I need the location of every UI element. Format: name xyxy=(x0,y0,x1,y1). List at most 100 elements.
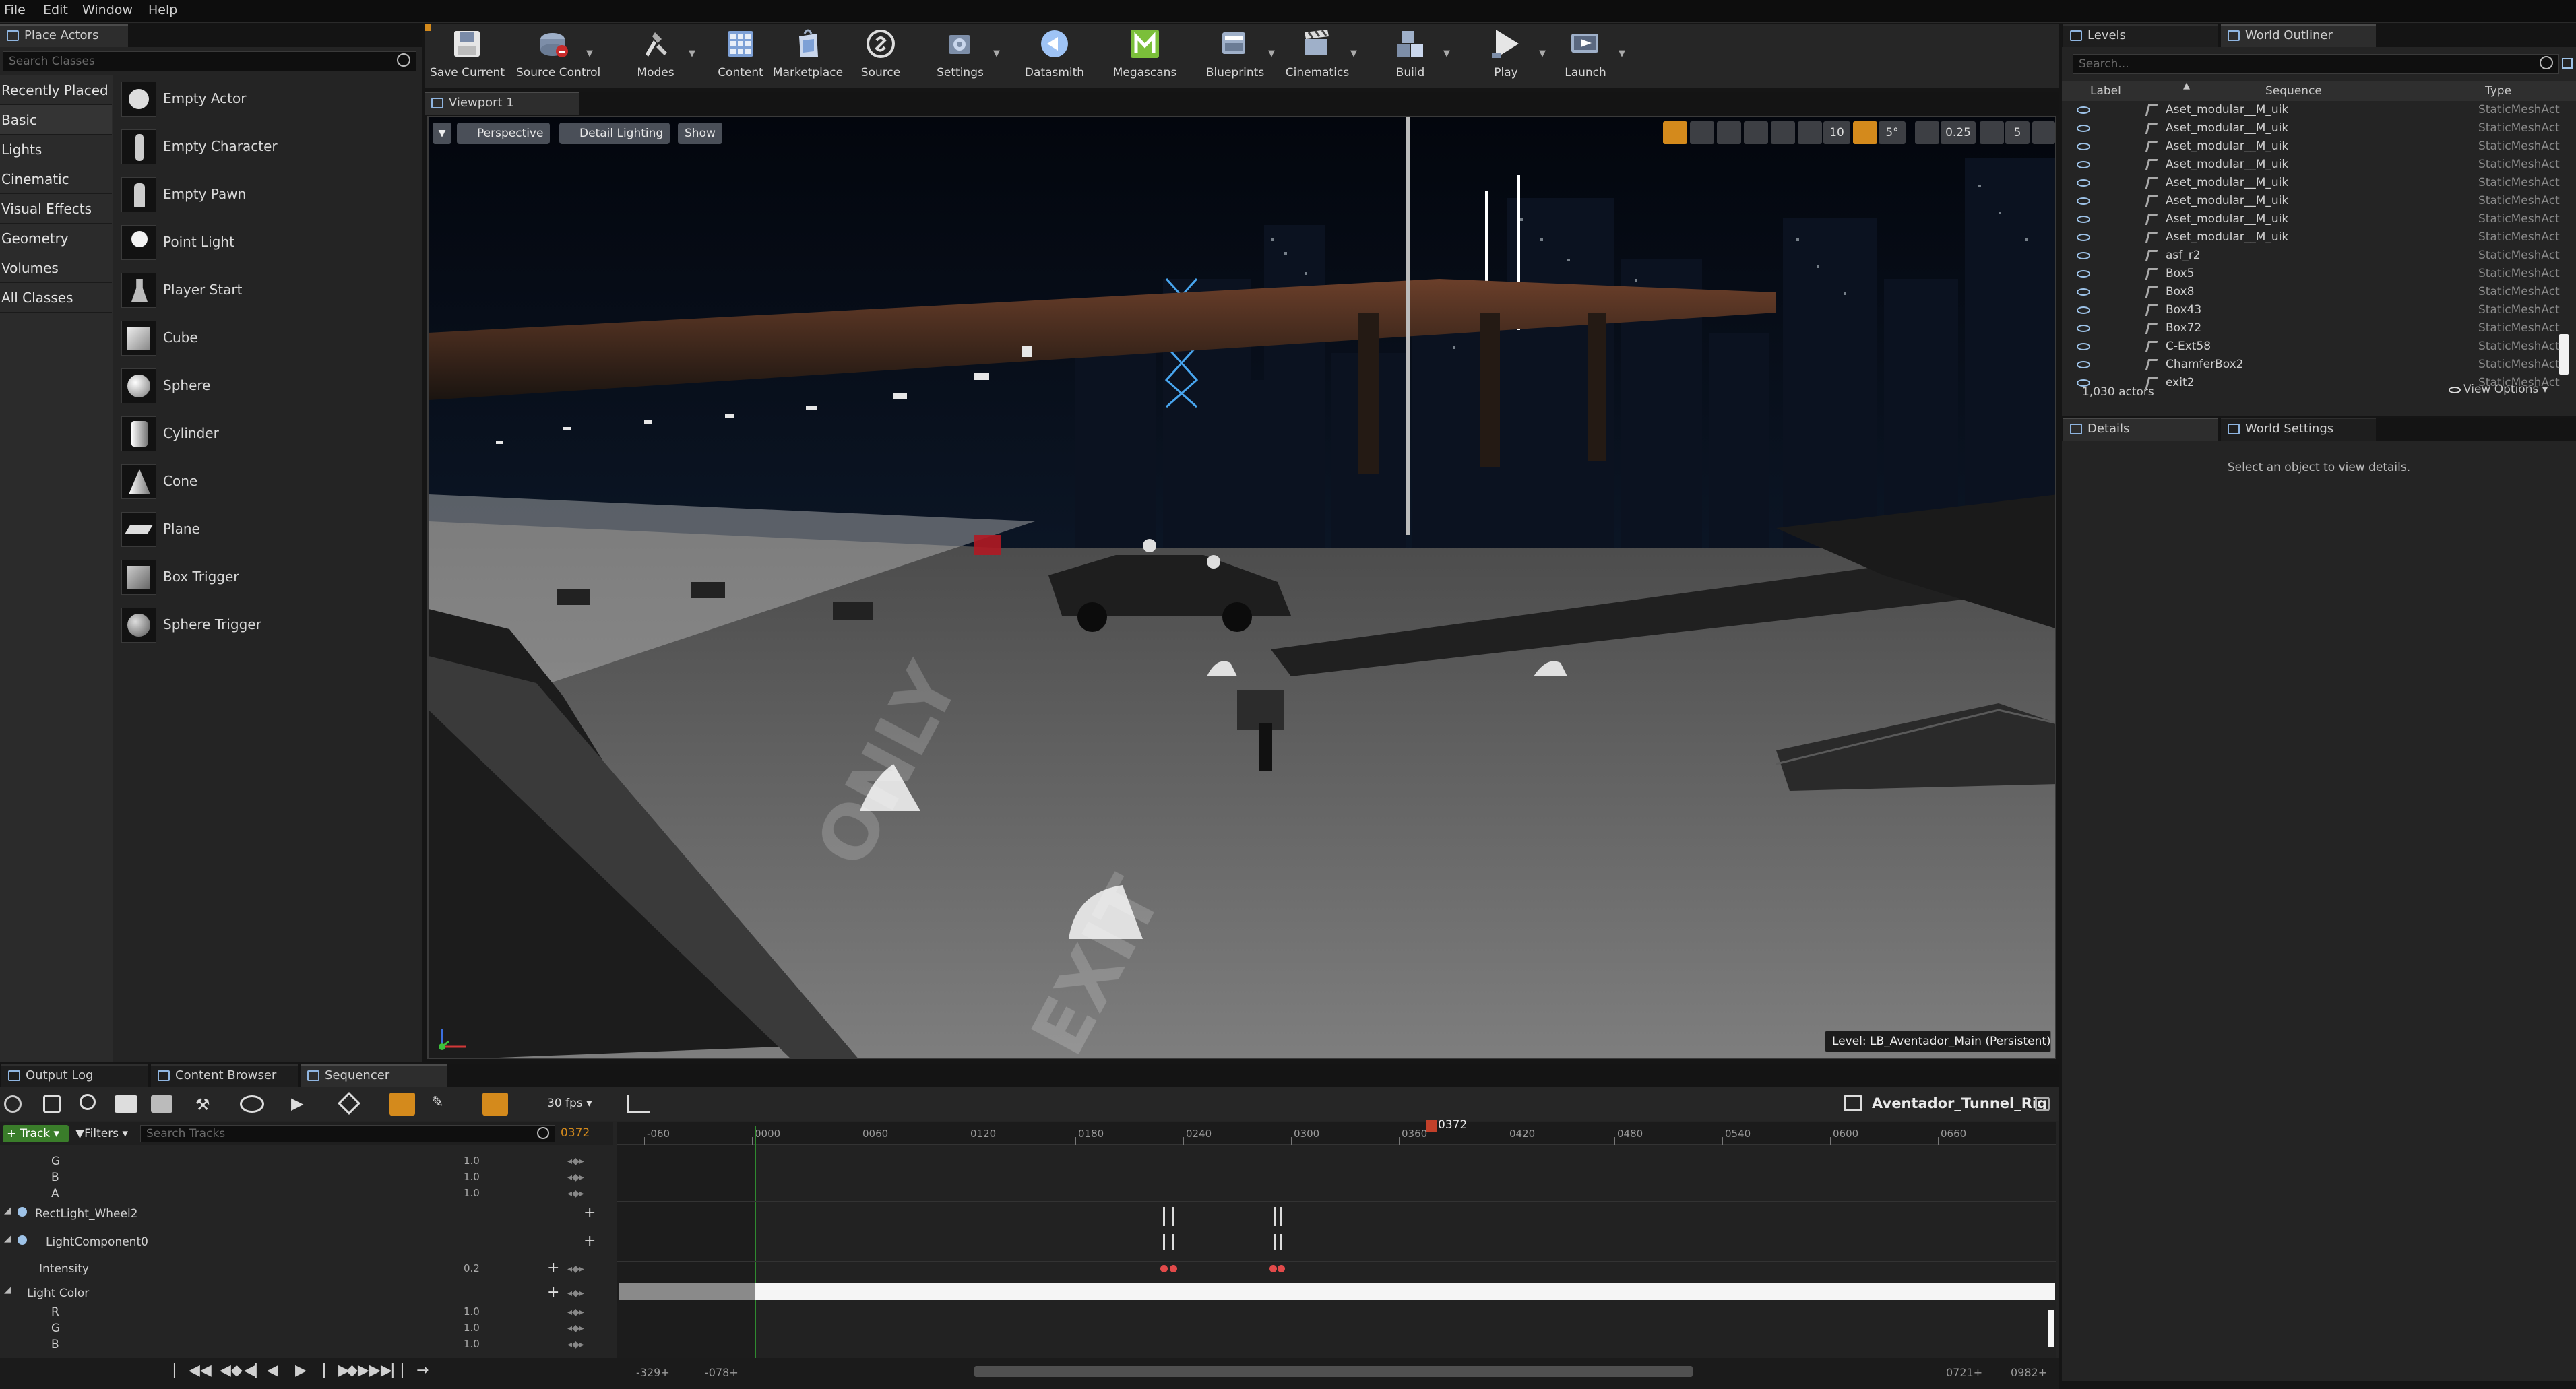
outliner-row[interactable]: Aset_modular__M_uik StaticMeshAct xyxy=(2066,192,2571,210)
track-row[interactable]: G 1.0 ◂◆▸ xyxy=(0,1320,613,1336)
tab-world-settings[interactable]: World Settings xyxy=(2221,418,2376,441)
search-tracks-input[interactable]: Search Tracks xyxy=(140,1125,555,1142)
visibility-eye-icon[interactable] xyxy=(2077,106,2090,114)
key-nav-icon[interactable]: ◂◆▸ xyxy=(567,1339,584,1350)
actor-player-start[interactable]: Player Start xyxy=(120,267,416,314)
intensity-key[interactable] xyxy=(1269,1265,1277,1272)
outliner-row[interactable]: Aset_modular__M_uik StaticMeshAct xyxy=(2066,228,2571,247)
outliner-row[interactable]: Box43 StaticMeshAct xyxy=(2066,301,2571,319)
translate-icon[interactable] xyxy=(1663,121,1687,144)
current-frame-field[interactable]: 0372 xyxy=(561,1126,590,1140)
actor-cone[interactable]: Cone xyxy=(120,458,416,505)
search-classes-input[interactable]: Search Classes xyxy=(3,51,416,71)
key-marker[interactable] xyxy=(1274,1207,1276,1226)
outliner-row[interactable]: asf_r2 StaticMeshAct xyxy=(2066,247,2571,265)
add-track-button[interactable]: + Track ▾ xyxy=(3,1125,69,1142)
category-volumes[interactable]: Volumes xyxy=(0,253,112,283)
category-all-classes[interactable]: All Classes xyxy=(0,283,112,313)
category-recently-placed[interactable]: Recently Placed xyxy=(0,75,112,105)
category-visual-effects[interactable]: Visual Effects xyxy=(0,194,112,224)
tab-details[interactable]: Details xyxy=(2063,418,2218,441)
key-marker[interactable] xyxy=(1274,1234,1276,1250)
maximize-viewport-icon[interactable] xyxy=(2032,121,2055,144)
add-key-icon[interactable]: + xyxy=(547,1260,559,1277)
track-value[interactable]: 1.0 xyxy=(464,1187,480,1199)
key-marker[interactable] xyxy=(1172,1234,1174,1250)
source-control-button[interactable]: Source Control ▼ xyxy=(516,24,600,85)
actor-sphere[interactable]: Sphere xyxy=(120,362,416,410)
visibility-eye-icon[interactable] xyxy=(2077,343,2090,350)
track-value[interactable]: 1.0 xyxy=(464,1322,480,1334)
marketplace-button[interactable]: Marketplace xyxy=(771,24,845,85)
track-row[interactable]: ◢ RectLight_Wheel2 + xyxy=(0,1204,613,1222)
playback-options-icon[interactable]: ▶ xyxy=(291,1094,303,1113)
actor-plane[interactable]: Plane xyxy=(120,506,416,553)
visibility-eye-icon[interactable] xyxy=(2077,288,2090,296)
fps-dropdown[interactable]: 30 fps ▾ xyxy=(547,1097,592,1110)
outliner-row[interactable]: Aset_modular__M_uik StaticMeshAct xyxy=(2066,137,2571,156)
modes-button[interactable]: Modes ▼ xyxy=(619,24,695,85)
save-current-button[interactable]: Save Current xyxy=(430,24,505,85)
filters-button[interactable]: ▼Filters ▾ xyxy=(71,1125,136,1142)
rotate-icon[interactable] xyxy=(1690,121,1714,144)
snap-icon[interactable] xyxy=(482,1093,508,1116)
intensity-key[interactable] xyxy=(1160,1265,1168,1272)
play-reverse-icon[interactable]: ◀ xyxy=(267,1362,278,1379)
visibility-eye-icon[interactable] xyxy=(2077,234,2090,241)
menu-file[interactable]: File xyxy=(4,3,26,18)
key-marker[interactable] xyxy=(1163,1207,1165,1226)
actor-empty-pawn[interactable]: Empty Pawn xyxy=(120,171,416,218)
category-lights[interactable]: Lights xyxy=(0,135,112,164)
settings-button[interactable]: Settings ▼ xyxy=(923,24,1000,85)
key-nav-icon[interactable]: ◂◆▸ xyxy=(567,1288,584,1299)
playhead-handle[interactable] xyxy=(1426,1120,1437,1132)
perspective-button[interactable]: Perspective xyxy=(457,123,551,144)
key-options-icon[interactable] xyxy=(338,1092,360,1115)
range-end-outer[interactable]: 0982+ xyxy=(2011,1366,2047,1379)
key-nav-icon[interactable]: ◂◆▸ xyxy=(567,1307,584,1318)
camera-speed-icon[interactable] xyxy=(1980,121,2004,144)
column-type[interactable]: Type xyxy=(2485,84,2511,98)
start-marker[interactable] xyxy=(755,1126,756,1358)
track-row[interactable]: A 1.0 ◂◆▸ xyxy=(0,1186,613,1202)
visibility-eye-icon[interactable] xyxy=(2077,252,2090,259)
scale-icon[interactable] xyxy=(1717,121,1741,144)
viewport-options-button[interactable]: ▼ xyxy=(433,123,451,144)
visibility-eye-icon[interactable] xyxy=(2077,379,2090,387)
track-row[interactable]: B 1.0 ◂◆▸ xyxy=(0,1169,613,1186)
world-local-icon[interactable] xyxy=(1744,121,1768,144)
visibility-eye-icon[interactable] xyxy=(2077,361,2090,368)
visibility-eye-icon[interactable] xyxy=(2077,270,2090,278)
outliner-row[interactable]: Box72 StaticMeshAct xyxy=(2066,319,2571,337)
save-sequence-icon[interactable] xyxy=(43,1095,61,1113)
track-row[interactable]: ◢ LightComponent0 + xyxy=(0,1233,613,1250)
menu-edit[interactable]: Edit xyxy=(43,3,68,18)
camera-icon[interactable] xyxy=(115,1095,137,1113)
column-sequence[interactable]: Sequence xyxy=(2265,84,2322,98)
outliner-search-input[interactable]: Search... xyxy=(2073,54,2559,74)
camera-speed-value[interactable]: 5 xyxy=(2005,121,2030,144)
tab-content-browser[interactable]: Content Browser xyxy=(151,1064,298,1087)
actor-box-trigger[interactable]: Box Trigger xyxy=(120,554,416,601)
lighting-mode-button[interactable]: Detail Lighting xyxy=(559,123,670,144)
visibility-eye-icon[interactable] xyxy=(2077,325,2090,332)
play-button[interactable]: Play ▼ xyxy=(1469,24,1546,85)
visibility-eye-icon[interactable] xyxy=(2077,197,2090,205)
expand-arrow-icon[interactable]: ◢ xyxy=(4,1234,11,1244)
find-icon[interactable] xyxy=(80,1094,96,1110)
track-row[interactable]: Intensity 0.2 + ◂◆▸ xyxy=(0,1260,613,1277)
visibility-eye-icon[interactable] xyxy=(2077,143,2090,150)
visibility-eye-icon[interactable] xyxy=(2077,179,2090,187)
actor-cube[interactable]: Cube xyxy=(120,315,416,362)
viewport[interactable]: ONLY EXIT ▼ Perspective Detail Lighting … xyxy=(427,116,2056,1059)
key-marker[interactable] xyxy=(1280,1234,1282,1250)
megascans-button[interactable]: Megascans xyxy=(1108,24,1182,85)
outliner-row[interactable]: C-Ext58 StaticMeshAct xyxy=(2066,337,2571,356)
surface-snap-icon[interactable] xyxy=(1771,121,1795,144)
key-nav-icon[interactable]: ◂◆▸ xyxy=(567,1172,584,1183)
key-marker[interactable] xyxy=(1172,1207,1174,1226)
build-button[interactable]: Build ▼ xyxy=(1373,24,1450,85)
lock-icon[interactable] xyxy=(2035,1097,2050,1111)
source-button[interactable]: Source xyxy=(844,24,918,85)
grid-snap-icon[interactable] xyxy=(1798,121,1822,144)
